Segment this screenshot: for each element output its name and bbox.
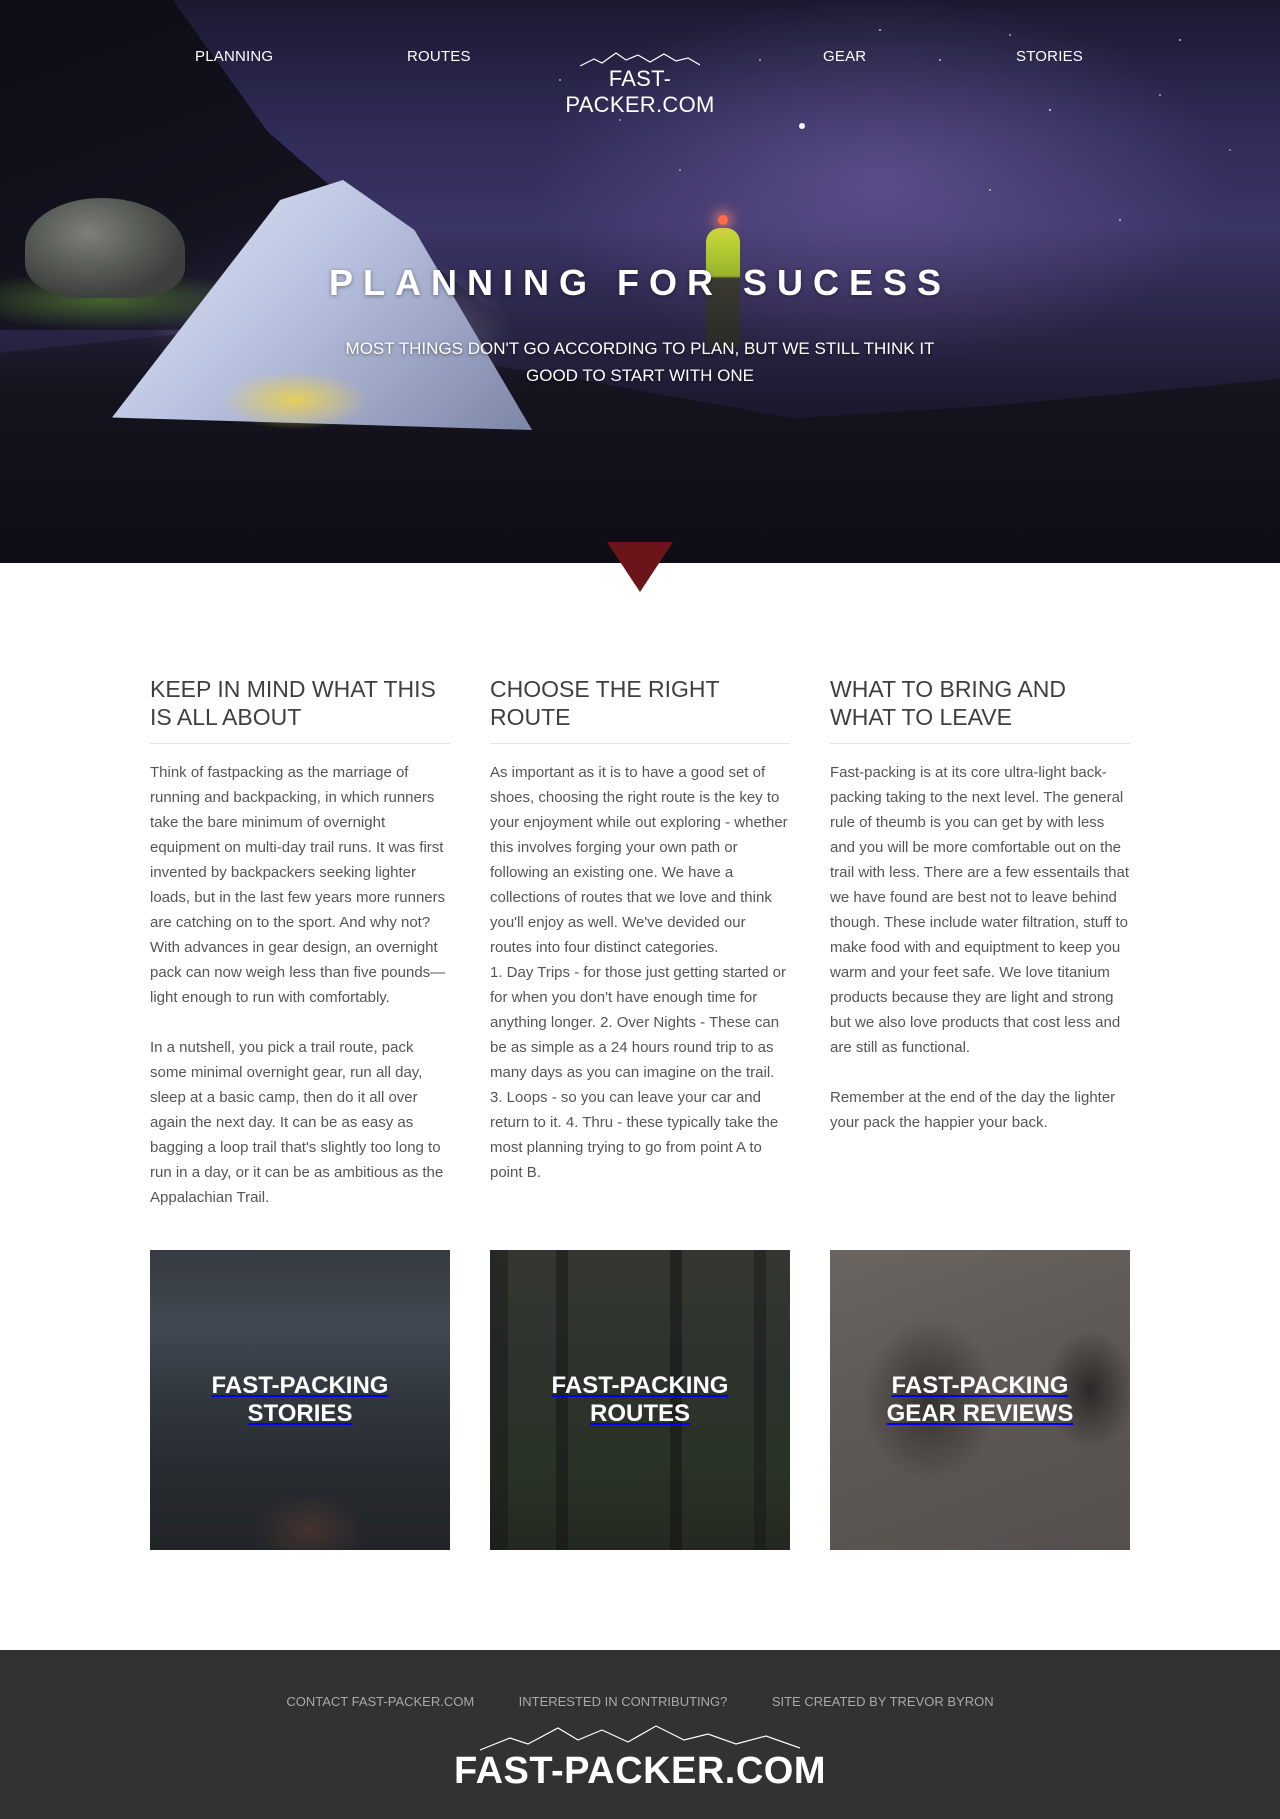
column-paragraph: Fast-packing is at its core ultra-light …	[830, 764, 1130, 1056]
column-gear: WHAT TO BRING AND WHAT TO LEAVE Fast-pac…	[830, 675, 1130, 1135]
footer-link-contribute[interactable]: INTERESTED IN CONTRIBUTING?	[519, 1694, 728, 1709]
column-route: CHOOSE THE RIGHT ROUTE As important as i…	[490, 675, 790, 1185]
headlamp-light	[718, 215, 728, 225]
footer-link-contact[interactable]: CONTACT FAST-PACKER.COM	[286, 1694, 474, 1709]
brand-logo[interactable]: FAST-PACKER.COM	[538, 48, 742, 117]
nav-stories[interactable]: STORIES	[1016, 48, 1083, 65]
card-routes[interactable]: FAST-PACKING ROUTES	[490, 1250, 790, 1550]
hero-subtitle: MOST THINGS DON'T GO ACCORDING TO PLAN, …	[345, 339, 935, 385]
footer-links: CONTACT FAST-PACKER.COM INTERESTED IN CO…	[0, 1693, 1280, 1711]
column-heading: WHAT TO BRING AND WHAT TO LEAVE	[830, 675, 1130, 744]
nav-gear[interactable]: GEAR	[823, 48, 866, 65]
column-paragraph: As important as it is to have a good set…	[490, 764, 788, 1181]
column-about: KEEP IN MIND WHAT THIS IS ALL ABOUT Thin…	[150, 675, 450, 1210]
card-label: FAST-PACKING STORIES	[211, 1372, 389, 1427]
nav-routes[interactable]: ROUTES	[407, 48, 471, 65]
column-heading: KEEP IN MIND WHAT THIS IS ALL ABOUT	[150, 675, 450, 744]
card-stories[interactable]: FAST-PACKING STORIES	[150, 1250, 450, 1550]
column-paragraph: Think of fastpacking as the marriage of …	[150, 764, 446, 1006]
footer-link-credits[interactable]: SITE CREATED BY TREVOR BYRON	[772, 1694, 994, 1709]
main-nav: PLANNING ROUTES FAST-PACKER.COM GEAR STO…	[0, 0, 1280, 117]
column-heading: CHOOSE THE RIGHT ROUTE	[490, 675, 790, 744]
hero-title: PLANNING FOR SUCESS	[328, 262, 952, 303]
mountain-logo-icon	[480, 1725, 800, 1751]
footer-brand-logo[interactable]: FAST-PACKER.COM	[440, 1720, 840, 1810]
brand-name: FAST-PACKER.COM	[565, 66, 715, 117]
nav-planning[interactable]: PLANNING	[195, 48, 273, 65]
section-arrow-icon	[607, 542, 673, 592]
card-label: FAST-PACKING ROUTES	[551, 1372, 729, 1427]
footer-brand-name: FAST-PACKER.COM	[453, 1750, 827, 1792]
column-paragraph: In a nutshell, you pick a trail route, p…	[150, 1039, 444, 1206]
card-label: FAST-PACKING GEAR REVIEWS	[886, 1372, 1074, 1427]
column-paragraph: Remember at the end of the day the light…	[830, 1089, 1116, 1131]
site-footer: CONTACT FAST-PACKER.COM INTERESTED IN CO…	[0, 1650, 1280, 1819]
card-gear-reviews[interactable]: FAST-PACKING GEAR REVIEWS	[830, 1250, 1130, 1550]
